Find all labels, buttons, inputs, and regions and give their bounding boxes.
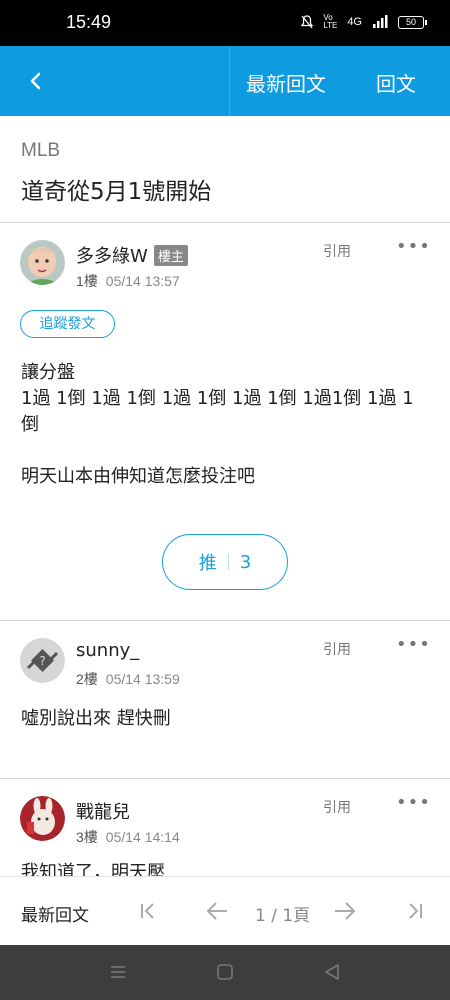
post: 戰龍兒 3樓 05/14 14:14 引用 ••• 我知道了，明天壓 <box>0 780 450 876</box>
floor-number: 2樓 <box>76 671 98 687</box>
post-meta: 1樓 05/14 13:57 <box>76 271 180 291</box>
status-time: 15:49 <box>66 12 112 32</box>
home-icon[interactable] <box>215 962 235 982</box>
content-line: 倒 <box>21 414 39 435</box>
content-line: 讓分盤 <box>21 362 75 383</box>
avatar[interactable] <box>20 796 65 841</box>
last-page-button[interactable] <box>401 897 429 925</box>
battery-level: 50 <box>405 16 416 27</box>
more-icon[interactable]: ••• <box>396 236 431 257</box>
menu-icon[interactable] <box>108 962 128 982</box>
post-content: 我知道了，明天壓 <box>21 860 431 876</box>
content-line: 1過 1倒 1過 1倒 1過 1倒 1過 1倒 1過1倒 1過 1 <box>21 388 414 409</box>
avatar-image <box>20 796 65 841</box>
more-icon[interactable]: ••• <box>396 792 431 813</box>
back-triangle-icon[interactable] <box>322 962 342 982</box>
push-button[interactable]: 推 3 <box>162 534 288 590</box>
follow-post-button[interactable]: 追蹤發文 <box>20 310 115 338</box>
latest-replies-link[interactable]: 最新回文 <box>21 901 89 926</box>
app-bar-divider <box>229 46 230 116</box>
floor-number: 3樓 <box>76 829 98 845</box>
post-time: 05/14 14:14 <box>105 829 180 845</box>
last-page-icon <box>409 903 422 919</box>
signal-icon <box>373 15 388 28</box>
avatar-image <box>20 240 65 285</box>
reply-button[interactable]: 回文 <box>376 68 416 97</box>
page-indicator[interactable]: 1 / 1頁 <box>255 901 310 926</box>
next-page-icon <box>335 902 356 920</box>
quote-button[interactable]: 引用 <box>323 639 351 659</box>
back-button[interactable] <box>18 64 52 98</box>
post-content: 讓分盤 1過 1倒 1過 1倒 1過 1倒 1過 1倒 1過1倒 1過 1 倒 … <box>21 360 431 490</box>
push-count: 3 <box>239 551 252 573</box>
author-name: 戰龍兒 <box>76 802 130 823</box>
push-label: 推 <box>198 553 217 574</box>
avatar[interactable]: ? <box>20 638 65 683</box>
bottom-bar: 最新回文 1 / 1頁 <box>0 876 450 945</box>
author[interactable]: 戰龍兒 <box>76 798 130 824</box>
content-line: 噓別說出來 趕快刪 <box>21 708 171 729</box>
author[interactable]: sunny_ <box>76 640 139 661</box>
content-line: 明天山本由伸知道怎麼投注吧 <box>21 466 255 487</box>
first-page-button[interactable] <box>134 897 162 925</box>
quote-button[interactable]: 引用 <box>323 241 351 261</box>
post-time: 05/14 13:59 <box>105 671 180 687</box>
latest-replies-button[interactable]: 最新回文 <box>246 68 326 97</box>
post-time: 05/14 13:57 <box>105 273 180 289</box>
battery-icon: 50 <box>398 15 427 29</box>
avatar-image: ? <box>20 638 65 683</box>
status-bar: 15:49 Vo LTE 4G 50 <box>0 0 450 46</box>
avatar[interactable] <box>20 240 65 285</box>
thread-header: MLB 道奇從5月1號開始 <box>0 116 450 223</box>
post-meta: 3樓 05/14 14:14 <box>76 827 180 847</box>
floor-number: 1樓 <box>76 273 98 289</box>
volte-label: Vo LTE <box>323 13 338 30</box>
mute-icon <box>301 15 314 29</box>
post: ? sunny_ 2樓 05/14 13:59 引用 ••• 噓別說出來 趕快刪 <box>0 622 450 779</box>
op-badge: 樓主 <box>153 244 188 266</box>
prev-page-button[interactable] <box>203 897 231 925</box>
status-icons: Vo LTE 4G 50 <box>301 13 427 30</box>
quote-button[interactable]: 引用 <box>323 797 351 817</box>
author-name: 多多綠W <box>76 246 148 267</box>
author[interactable]: 多多綠W 樓主 <box>76 242 188 268</box>
back-arrow-icon <box>30 72 41 90</box>
content-line: 我知道了，明天壓 <box>21 862 165 876</box>
prev-page-icon <box>206 902 227 920</box>
first-page-icon <box>141 903 154 919</box>
more-icon[interactable]: ••• <box>396 634 431 655</box>
thread-title: 道奇從5月1號開始 <box>21 179 212 205</box>
svg-text:?: ? <box>39 654 45 668</box>
network-label: 4G <box>347 16 362 28</box>
next-page-button[interactable] <box>331 897 359 925</box>
content-blank-line <box>21 438 431 464</box>
post-content: 噓別說出來 趕快刪 <box>21 706 431 732</box>
board-name[interactable]: MLB <box>21 140 60 162</box>
push-divider <box>227 554 229 570</box>
post-meta: 2樓 05/14 13:59 <box>76 669 180 689</box>
app-bar: 最新回文 回文 <box>0 46 450 116</box>
system-nav-bar <box>0 945 450 1000</box>
author-name: sunny_ <box>76 640 140 661</box>
post: 多多綠W 樓主 1樓 05/14 13:57 引用 ••• 追蹤發文 讓分盤 1過… <box>0 224 450 621</box>
